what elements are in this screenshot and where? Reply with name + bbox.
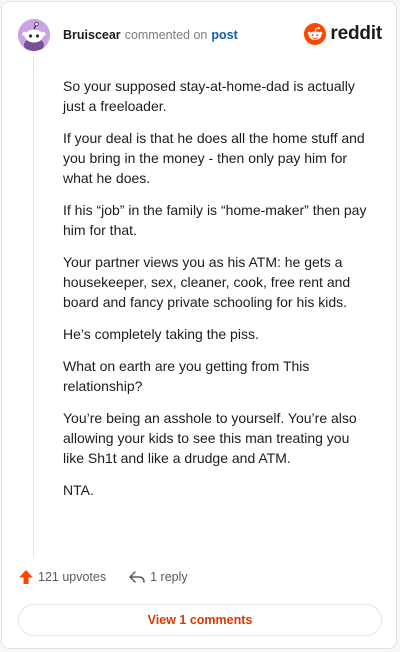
comment-paragraph: If your deal is that he does all the hom… (63, 130, 365, 186)
meta-action-text: commented on (124, 28, 208, 42)
user-avatar[interactable] (18, 19, 50, 51)
comment-meta: Bruiscear commented on post (63, 27, 238, 43)
comment-paragraph: If his “job” in the family is “home-make… (63, 202, 367, 238)
thread-line[interactable] (33, 57, 34, 557)
comment-paragraph: NTA. (63, 482, 94, 498)
comment-card: Bruiscear commented on post reddit So your… (1, 1, 397, 649)
reddit-logo-icon (304, 23, 327, 45)
view-comments-button[interactable]: View 1 comments (18, 604, 382, 636)
comment-header: Bruiscear commented on post reddit (2, 2, 396, 66)
comment-paragraph: So your supposed stay-at-home-dad is act… (63, 78, 355, 114)
username-link[interactable]: Bruiscear (63, 28, 121, 42)
brand-wordmark: reddit (330, 23, 382, 44)
snoo-avatar-icon (18, 19, 50, 51)
comment-paragraph: He’s completely taking the piss. (63, 326, 259, 342)
comment-body: So your supposed stay-at-home-dad is act… (63, 76, 373, 512)
reply-arrow-icon (129, 571, 145, 583)
post-link[interactable]: post (211, 28, 237, 42)
upvote-arrow-icon (19, 570, 33, 584)
upvote-count: 121 upvotes (38, 570, 107, 584)
comment-actions: 121 upvotes 1 reply (18, 569, 188, 585)
reply-count: 1 reply (150, 570, 188, 584)
reply-button[interactable]: 1 reply (128, 569, 188, 585)
reddit-brand[interactable]: reddit (304, 23, 382, 45)
comment-paragraph: You’re being an asshole to yourself. You… (63, 410, 357, 466)
comment-paragraph: Your partner views you as his ATM: he ge… (63, 254, 351, 310)
comment-paragraph: What on earth are you getting from This … (63, 358, 310, 394)
upvote-button[interactable]: 121 upvotes (18, 569, 106, 585)
